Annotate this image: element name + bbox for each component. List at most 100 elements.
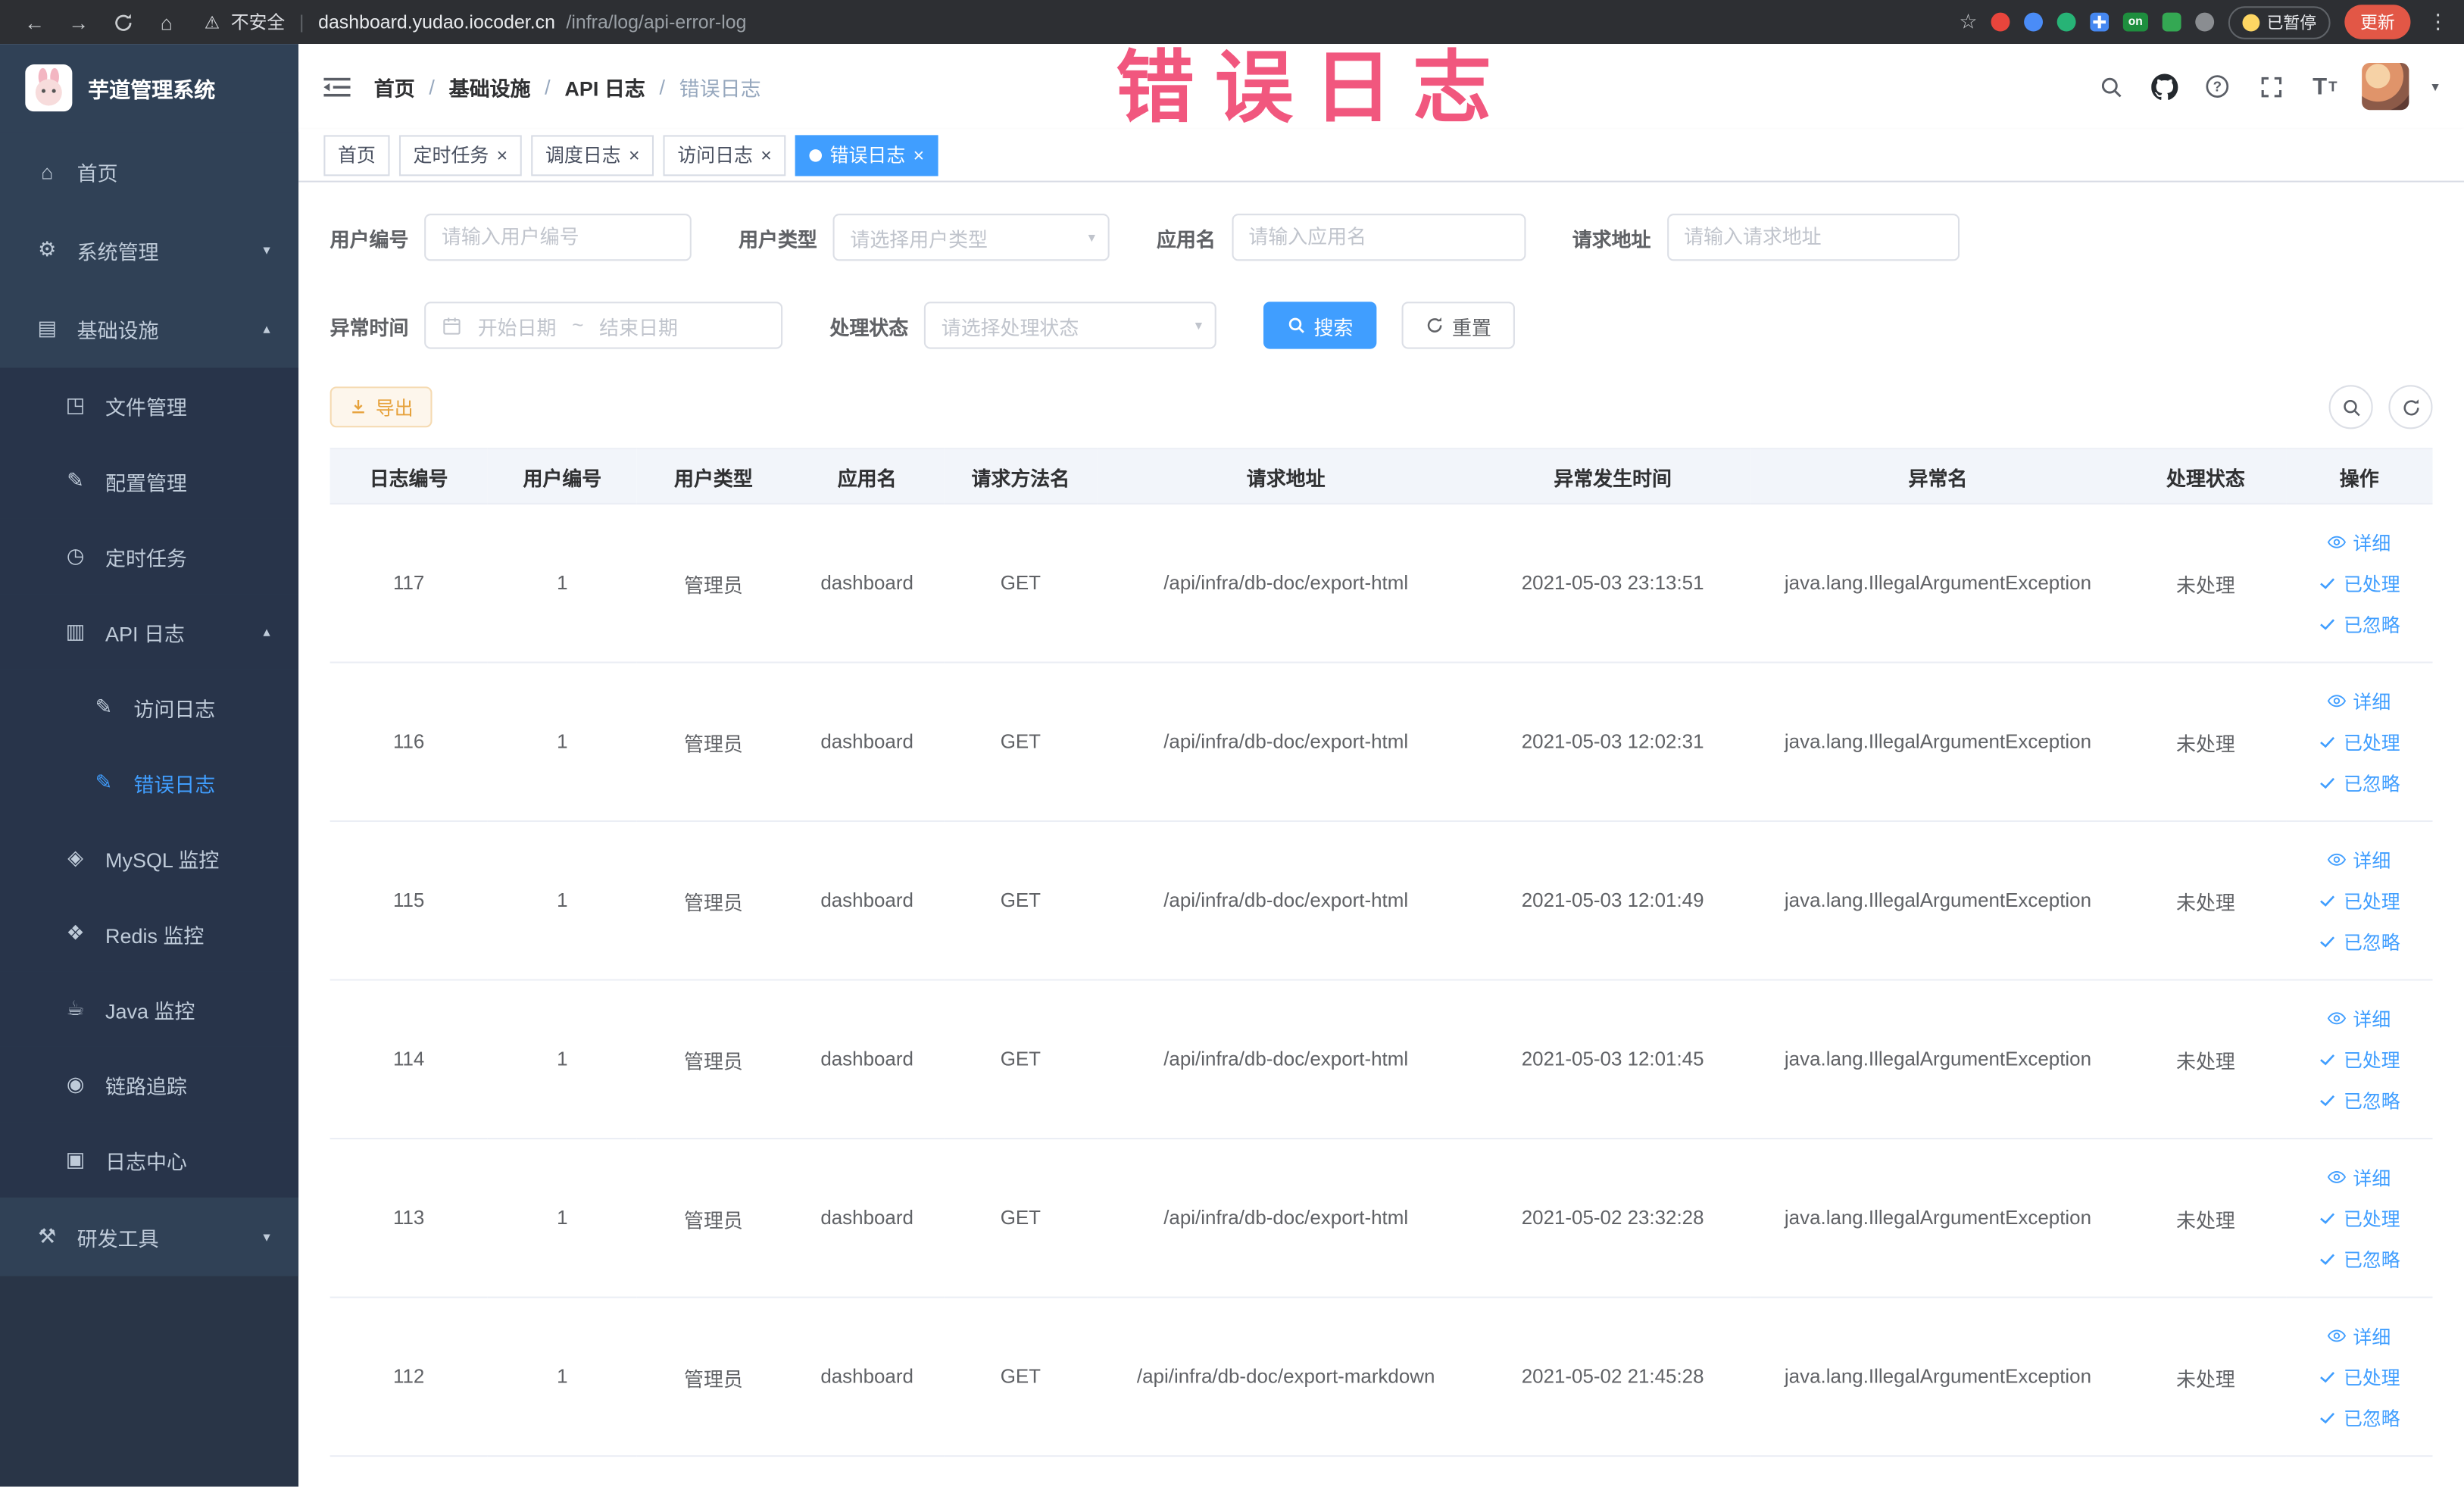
table-row: 113 1 管理员 dashboard GET/api/infra/db-doc/exp… bbox=[329, 1139, 2433, 1298]
table-tools bbox=[2328, 385, 2433, 430]
detail-link[interactable]: 详细 bbox=[2295, 680, 2423, 721]
sidebar-collapse-icon[interactable] bbox=[323, 75, 351, 98]
mark-processed-link[interactable]: 已处理 bbox=[2295, 1039, 2423, 1079]
sidebar-item-log-center[interactable]: ▣ 日志中心 bbox=[0, 1122, 299, 1198]
sidebar-item-mysql-monitor[interactable]: ◈ MySQL 监控 bbox=[0, 820, 299, 896]
breadcrumb-item[interactable]: 基础设施 bbox=[449, 71, 531, 101]
mark-processed-link[interactable]: 已处理 bbox=[2295, 880, 2423, 921]
detail-link[interactable]: 详细 bbox=[2295, 522, 2423, 563]
toggle-search-button[interactable] bbox=[2328, 385, 2373, 430]
detail-link[interactable]: 详细 bbox=[2295, 998, 2423, 1039]
cell-method: GET bbox=[944, 1297, 1098, 1457]
reset-button[interactable]: 重置 bbox=[1401, 301, 1516, 349]
tab-close-icon[interactable]: × bbox=[760, 145, 772, 164]
extension-icon[interactable] bbox=[2057, 12, 2077, 32]
refresh-table-button[interactable] bbox=[2388, 385, 2433, 430]
user-type-select[interactable]: 请选择用户类型 ▾ bbox=[832, 214, 1110, 261]
app-logo-rabbit-icon bbox=[25, 64, 73, 112]
extension-puzzle-icon[interactable] bbox=[2194, 12, 2214, 32]
extension-icon[interactable] bbox=[2161, 12, 2181, 32]
browser-home-icon[interactable]: ⌂ bbox=[148, 3, 186, 41]
help-icon[interactable]: ? bbox=[2203, 70, 2234, 102]
mark-processed-link[interactable]: 已处理 bbox=[2295, 721, 2423, 762]
sidebar-item-home[interactable]: ⌂ 首页 bbox=[0, 132, 299, 211]
fullscreen-icon[interactable] bbox=[2256, 70, 2287, 102]
not-secure-warning-icon[interactable]: ⚠ bbox=[205, 12, 220, 33]
app-logo-row[interactable]: 芋道管理系统 bbox=[0, 44, 298, 132]
request-url-input[interactable] bbox=[1666, 214, 1960, 261]
mark-processed-link[interactable]: 已处理 bbox=[2295, 563, 2423, 604]
mark-ignored-link[interactable]: 已忽略 bbox=[2295, 1079, 2423, 1120]
sidebar-item-redis-monitor[interactable]: ❖ Redis 监控 bbox=[0, 895, 299, 972]
tab-error-log[interactable]: 错误日志 × bbox=[795, 134, 938, 176]
cell-status: 未处理 bbox=[2125, 662, 2286, 823]
gear-icon: ⚙ bbox=[38, 237, 57, 261]
extension-icon[interactable] bbox=[1991, 12, 2011, 32]
tab-close-icon[interactable]: × bbox=[913, 145, 925, 164]
breadcrumb-item[interactable]: 首页 bbox=[374, 71, 415, 101]
sidebar-item-config-management[interactable]: ✎ 配置管理 bbox=[0, 443, 299, 519]
mark-ignored-link[interactable]: 已忽略 bbox=[2295, 604, 2423, 645]
mark-ignored-link[interactable]: 已忽略 bbox=[2295, 921, 2423, 962]
tab-label: 定时任务 bbox=[413, 144, 489, 167]
chevron-down-icon: ▾ bbox=[1195, 317, 1203, 333]
address-bar[interactable]: ⚠ 不安全 | dashboard.yudao.iocoder.cn/infra… bbox=[205, 9, 747, 34]
sidebar-item-access-log[interactable]: ✎ 访问日志 bbox=[0, 669, 299, 745]
cell-exception: java.lang.IllegalArgumentException bbox=[1750, 820, 2125, 981]
sidebar-item-dev-tools[interactable]: ⚒ 研发工具 ▾ bbox=[0, 1197, 299, 1276]
browser-reload-icon[interactable] bbox=[104, 3, 142, 41]
browser-forward-icon[interactable]: → bbox=[60, 3, 98, 41]
sidebar-item-label: 链路追踪 bbox=[105, 1074, 187, 1098]
sidebar-item-file-management[interactable]: ◳ 文件管理 bbox=[0, 367, 299, 444]
browser-update-button[interactable]: 更新 bbox=[2344, 5, 2411, 39]
app-name-input[interactable] bbox=[1231, 214, 1526, 261]
sidebar-item-scheduled-tasks[interactable]: ◷ 定时任务 bbox=[0, 518, 299, 595]
tab-home[interactable]: 首页 bbox=[323, 134, 390, 176]
table-header-row: 日志编号 用户编号 用户类型 应用名 请求方法名 请求地址 异常发生时间 异常名 处理状态 操作 bbox=[329, 448, 2433, 505]
mark-ignored-link[interactable]: 已忽略 bbox=[2295, 1239, 2423, 1279]
cell-exception: java.lang.IllegalArgumentException bbox=[1750, 1139, 2125, 1298]
sidebar-item-api-logs[interactable]: ▥ API 日志 ▴ bbox=[0, 594, 299, 670]
search-icon bbox=[1288, 317, 1304, 333]
tab-schedule-log[interactable]: 调度日志 × bbox=[531, 134, 654, 176]
cell-id: 113 bbox=[329, 1139, 488, 1298]
mark-ignored-link[interactable]: 已忽略 bbox=[2295, 1397, 2423, 1438]
sidebar-item-link-tracing[interactable]: ◉ 链路追踪 bbox=[0, 1046, 299, 1123]
redis-icon: ❖ bbox=[66, 920, 85, 945]
cell-status: 未处理 bbox=[2125, 979, 2286, 1140]
font-size-icon[interactable]: TT bbox=[2309, 70, 2341, 102]
detail-link[interactable]: 详细 bbox=[2295, 839, 2423, 880]
sidebar-item-label: Java 监控 bbox=[105, 998, 195, 1023]
tab-scheduled-tasks[interactable]: 定时任务 × bbox=[398, 134, 522, 176]
extension-icon[interactable] bbox=[2024, 12, 2044, 32]
process-status-select[interactable]: 请选择处理状态 ▾ bbox=[923, 301, 1216, 349]
mark-processed-link[interactable]: 已处理 bbox=[2295, 1198, 2423, 1239]
bookmark-star-icon[interactable]: ☆ bbox=[1959, 9, 1977, 34]
mark-processed-link[interactable]: 已处理 bbox=[2295, 1356, 2423, 1397]
date-range-picker[interactable]: 开始日期 ~ 结束日期 bbox=[424, 301, 783, 349]
tab-access-log[interactable]: 访问日志 × bbox=[663, 134, 786, 176]
search-icon[interactable] bbox=[2095, 70, 2126, 102]
extension-icon[interactable] bbox=[2090, 12, 2110, 32]
sidebar-item-system-management[interactable]: ⚙ 系统管理 ▾ bbox=[0, 210, 299, 289]
tab-close-icon[interactable]: × bbox=[497, 145, 508, 164]
detail-link[interactable]: 详细 bbox=[2295, 1315, 2423, 1356]
extension-on-badge[interactable]: on bbox=[2123, 13, 2147, 31]
sidebar-item-error-log[interactable]: ✎ 错误日志 bbox=[0, 745, 299, 820]
sidebar-item-java-monitor[interactable]: ☕ Java 监控 bbox=[0, 971, 299, 1047]
export-button[interactable]: 导出 bbox=[329, 386, 433, 428]
tab-close-icon[interactable]: × bbox=[629, 145, 640, 164]
browser-menu-icon[interactable]: ⋮ bbox=[2428, 9, 2448, 34]
breadcrumb-item[interactable]: API 日志 bbox=[564, 71, 645, 101]
mark-ignored-link[interactable]: 已忽略 bbox=[2295, 762, 2423, 803]
cell-actions: 详细 已处理 已忽略 bbox=[2285, 662, 2433, 823]
search-button[interactable]: 搜索 bbox=[1263, 301, 1377, 349]
user-avatar[interactable] bbox=[2363, 62, 2410, 111]
detail-link[interactable]: 详细 bbox=[2295, 1157, 2423, 1198]
github-icon[interactable] bbox=[2149, 70, 2180, 102]
paused-badge[interactable]: 已暂停 bbox=[2227, 5, 2331, 39]
browser-back-icon[interactable]: ← bbox=[16, 3, 54, 41]
avatar-caret-down-icon[interactable]: ▾ bbox=[2431, 78, 2438, 95]
sidebar-item-infrastructure[interactable]: ▤ 基础设施 ▴ bbox=[0, 289, 299, 368]
user-id-input[interactable] bbox=[424, 214, 692, 261]
